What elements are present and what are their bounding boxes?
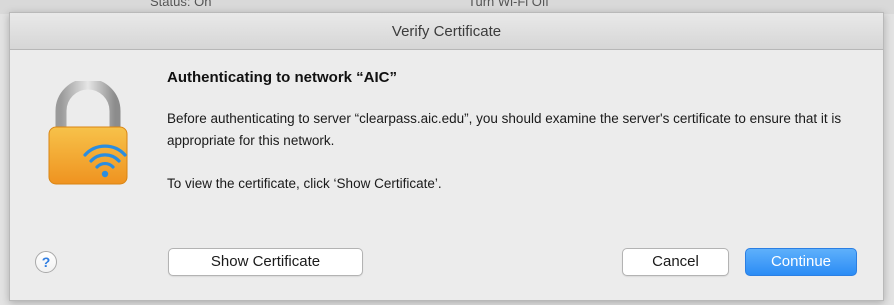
dialog-title: Verify Certificate (10, 13, 883, 50)
help-button[interactable]: ? (35, 251, 57, 273)
dialog-heading: Authenticating to network “AIC” (167, 69, 397, 86)
dialog-instruction: To view the certificate, click ‘Show Cer… (167, 176, 442, 191)
show-certificate-button[interactable]: Show Certificate (168, 248, 363, 276)
verify-certificate-dialog: Verify Certificate Authenticating to net… (9, 12, 884, 301)
background-status-text: Status: On (150, 0, 212, 9)
lock-wifi-icon (48, 81, 128, 185)
continue-button[interactable]: Continue (745, 248, 857, 276)
dialog-message: Before authenticating to server “clearpa… (167, 111, 842, 148)
background-wifi-toggle-text: Turn Wi-Fi Off (468, 0, 549, 9)
cancel-button[interactable]: Cancel (622, 248, 729, 276)
